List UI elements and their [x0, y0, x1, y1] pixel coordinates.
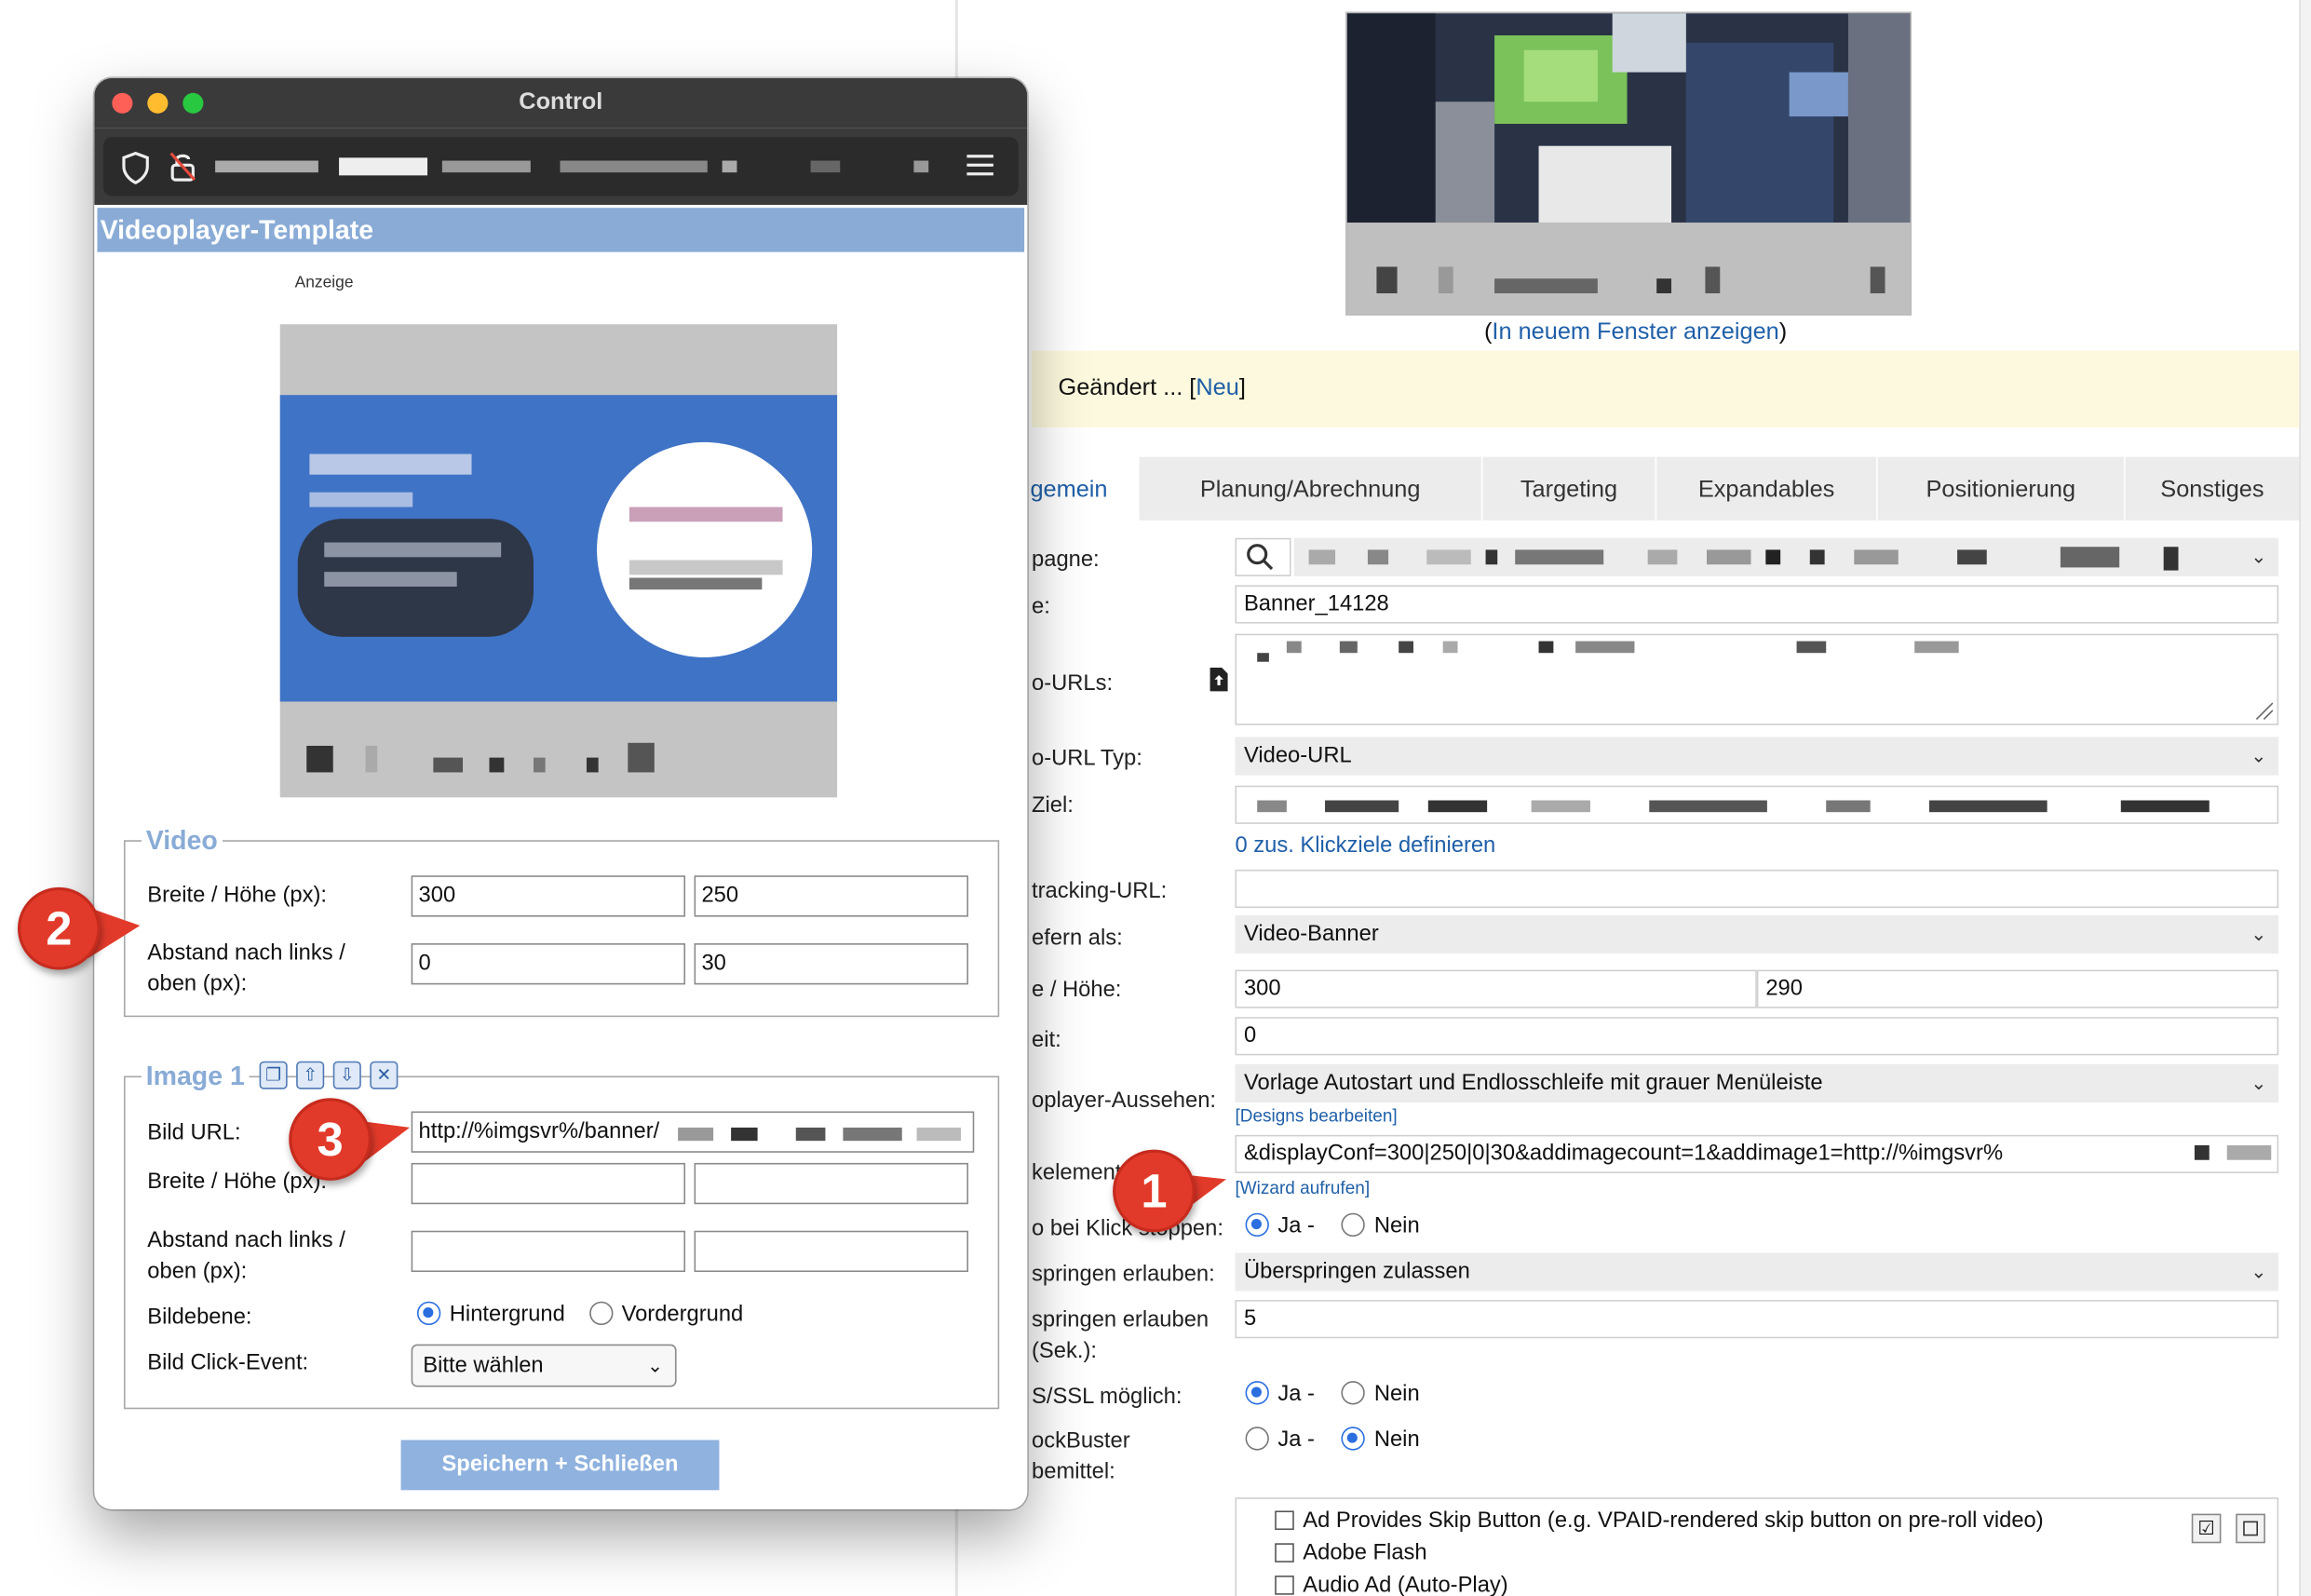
main-app: (In neuem Fenster anzeigen) Geändert ...…: [0, 0, 2311, 1596]
callout-marker-3: 3: [289, 1098, 372, 1181]
callout-pointers: [85, 906, 1226, 1224]
callout-marker-2: 2: [17, 886, 101, 970]
callout-marker-1: 1: [1113, 1149, 1196, 1233]
